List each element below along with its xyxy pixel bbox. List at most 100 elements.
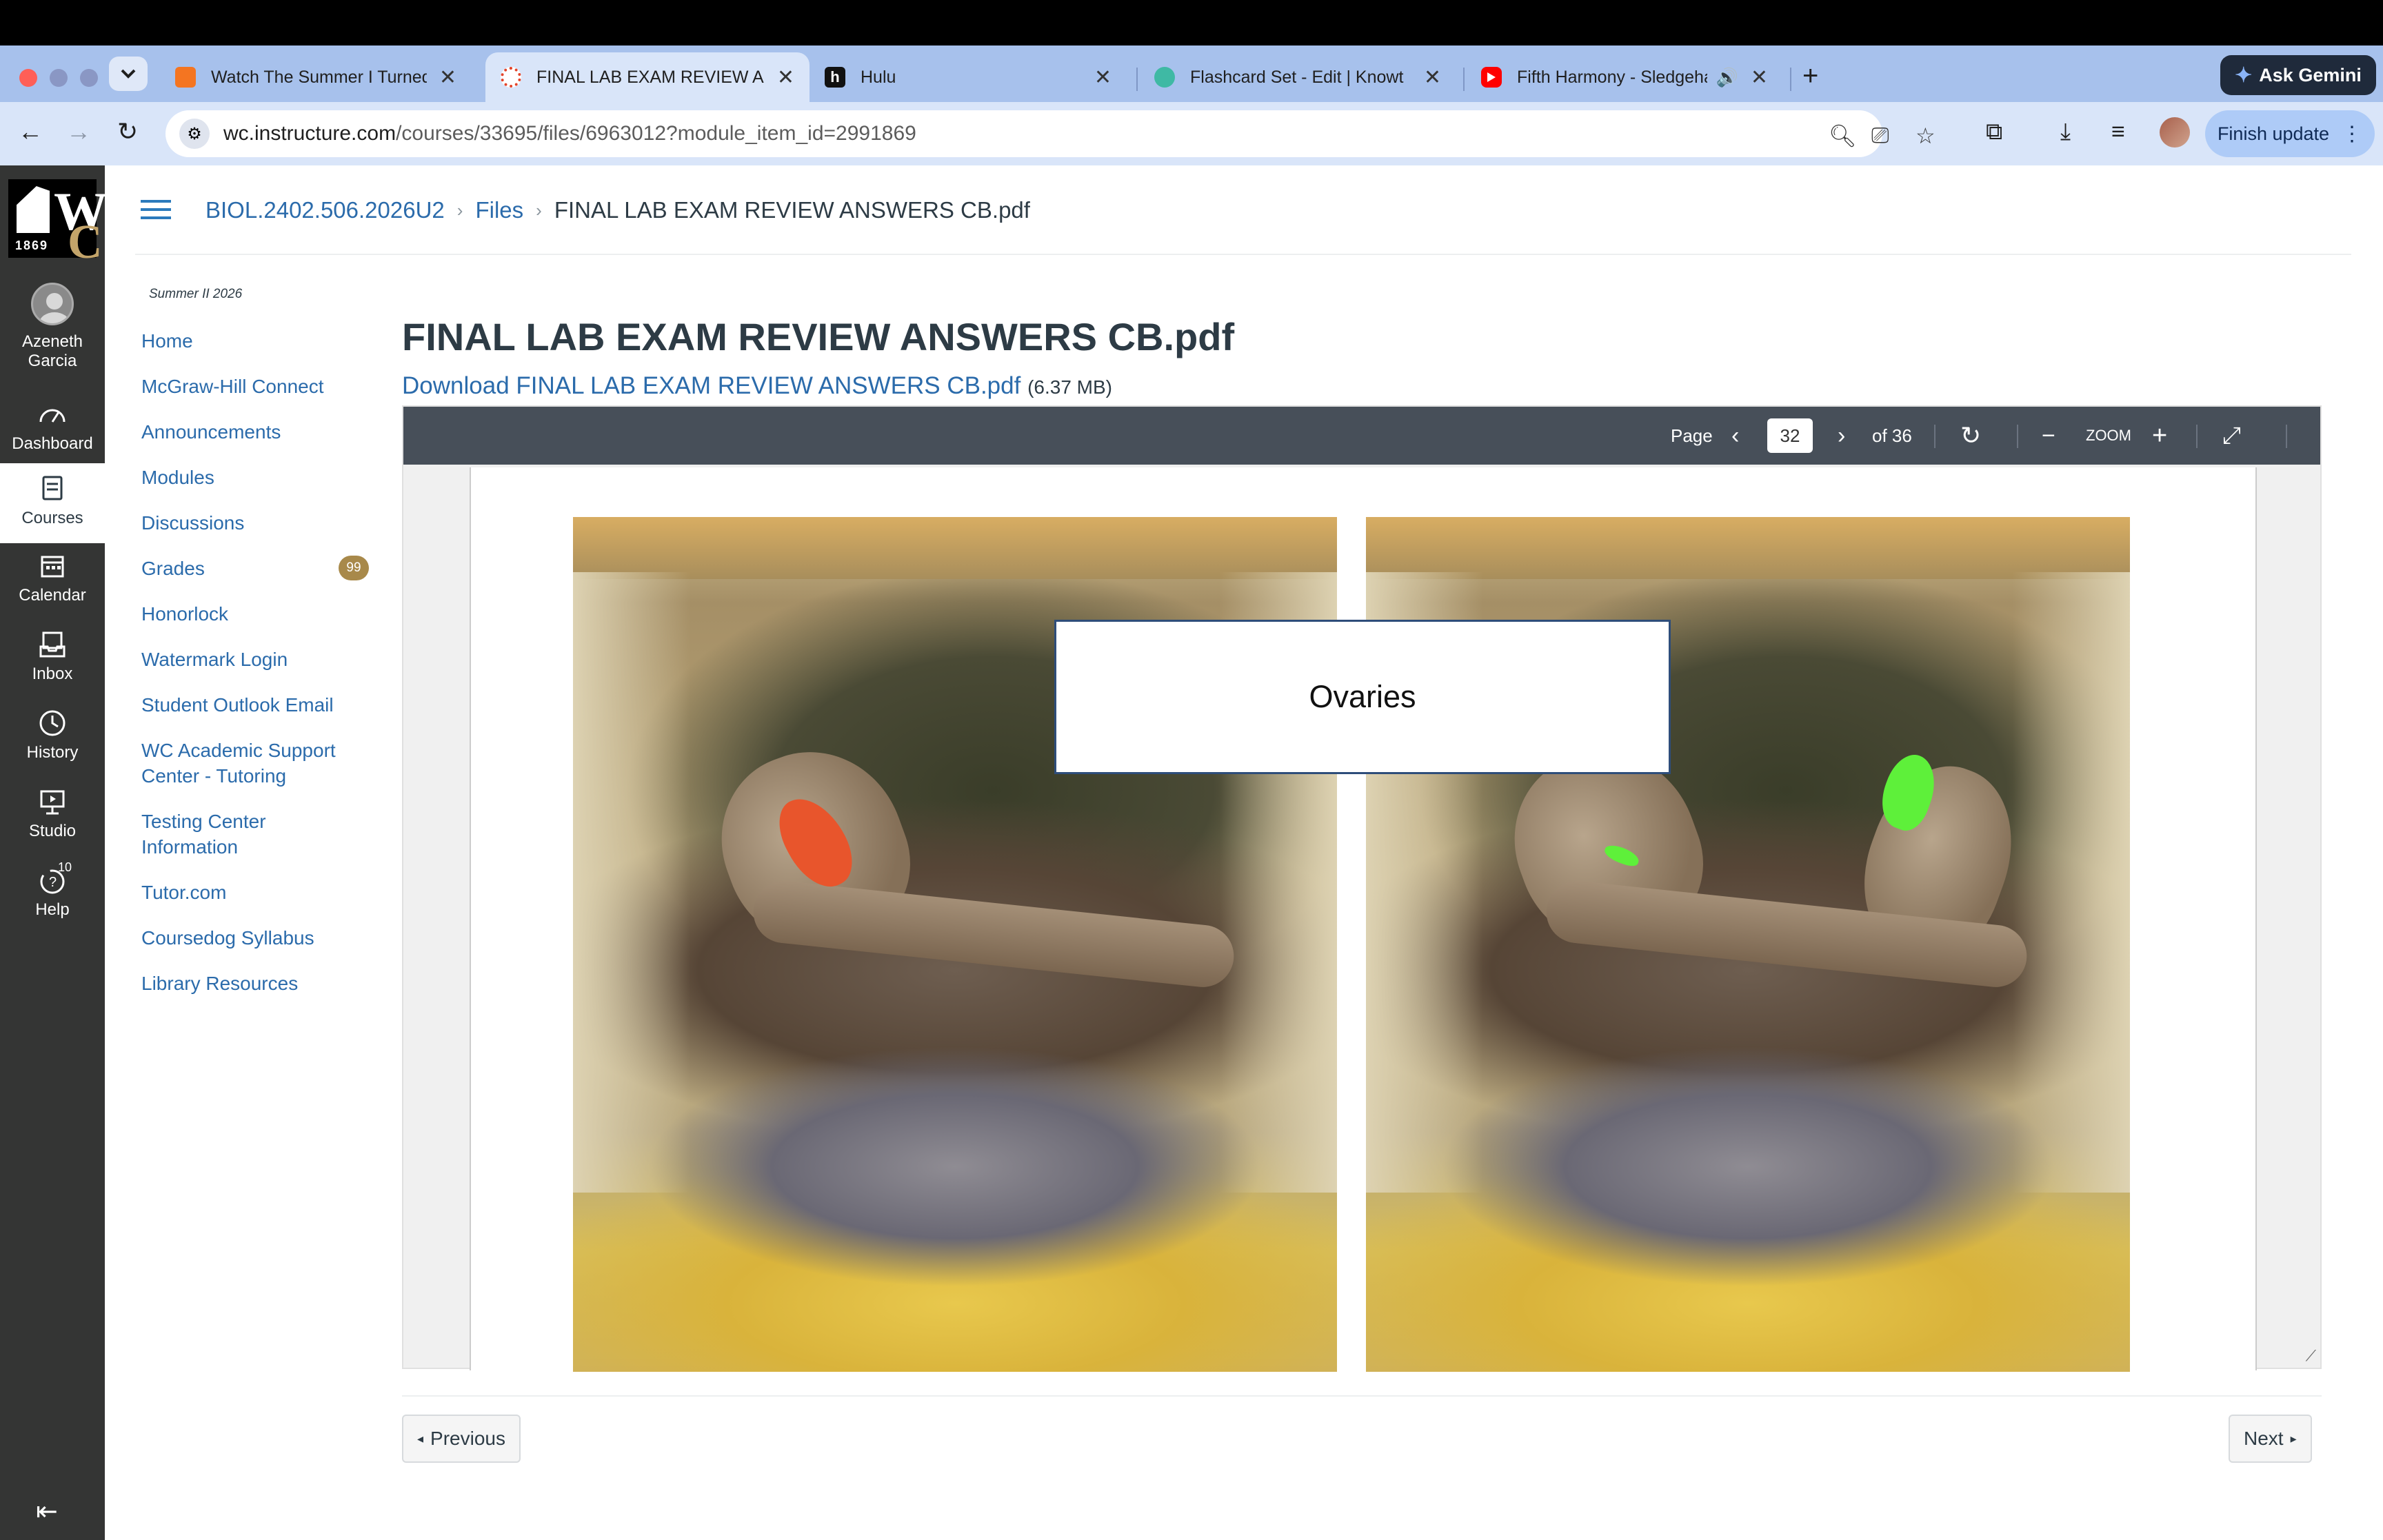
collapse-nav-icon[interactable]: ⇤ <box>36 1496 58 1527</box>
pdf-viewer: Page ‹ 32 › of 36 ↻ − ZOOM + ⤢ Ovaries ⟋ <box>402 405 2322 1372</box>
calendar-icon <box>41 556 64 578</box>
course-nav-label: Library Resources <box>141 973 299 994</box>
reload-icon[interactable]: ↻ <box>117 117 138 146</box>
course-nav-discussions[interactable]: Discussions <box>141 510 348 536</box>
course-nav-mcgraw-hill[interactable]: McGraw-Hill Connect <box>141 374 348 399</box>
help-nav-item[interactable]: ? 10 Help <box>0 860 105 920</box>
extensions-icon[interactable]: ⧉ <box>1986 119 2002 145</box>
page-number-field[interactable]: 32 <box>1767 407 1813 465</box>
browser-tab-2[interactable]: h Hulu ✕ <box>810 52 1127 102</box>
page-label: Page <box>1671 425 1713 446</box>
close-tab-icon[interactable]: ✕ <box>1424 65 1441 90</box>
previous-button[interactable]: ◂ Previous <box>402 1415 521 1463</box>
previous-page-icon[interactable]: ‹ <box>1731 407 1739 465</box>
url-text[interactable]: wc.instructure.com/courses/33695/files/6… <box>223 122 916 145</box>
next-page-icon[interactable]: › <box>1838 407 1845 465</box>
course-nav-coursedog[interactable]: Coursedog Syllabus <box>141 925 348 951</box>
finish-update-button[interactable]: Finish update ⋮ <box>2205 110 2375 157</box>
zoom-magnifier-icon[interactable]: 🔍︎ <box>1829 123 1857 149</box>
calendar-nav-item[interactable]: Calendar <box>0 550 105 605</box>
course-nav-watermark[interactable]: Watermark Login <box>141 647 348 672</box>
tab-search-button[interactable] <box>109 57 148 91</box>
downloads-icon[interactable]: ⤓ <box>2060 119 2071 145</box>
pdf-page <box>470 467 2257 1372</box>
browser-tab-0[interactable]: Watch The Summer I Turned I ✕ <box>160 52 472 102</box>
course-nav-label: Tutor.com <box>141 882 227 903</box>
site-settings-icon[interactable]: ⚙ <box>179 119 210 149</box>
next-button[interactable]: Next ▸ <box>2229 1415 2312 1463</box>
course-nav-outlook[interactable]: Student Outlook Email <box>141 692 348 718</box>
course-nav-announcements[interactable]: Announcements <box>141 419 348 445</box>
course-nav-label: WC Academic Support Center - Tutoring <box>141 740 336 787</box>
gemini-sparkle-icon: ✦ <box>2235 63 2253 87</box>
download-link[interactable]: Download FINAL LAB EXAM REVIEW ANSWERS C… <box>402 372 1020 399</box>
history-nav-item[interactable]: History <box>0 707 105 762</box>
browser-tab-1[interactable]: FINAL LAB EXAM REVIEW AN ✕ <box>485 52 810 102</box>
global-navigation: W C 1869 Azeneth Garcia Dashboard Course… <box>0 165 108 1540</box>
toolbar-separator <box>2196 425 2198 448</box>
media-controls-icon[interactable]: ≡ <box>2111 119 2125 145</box>
tab-title: Fifth Harmony - Sledgeha <box>1517 67 1708 87</box>
course-nav-label: McGraw-Hill Connect <box>141 376 324 397</box>
logo-flag-shape <box>17 186 50 233</box>
page-number-input[interactable]: 32 <box>1767 418 1813 453</box>
photo-right-tissue <box>2013 572 2130 1193</box>
course-nav-label: Honorlock <box>141 603 229 625</box>
next-label: Next <box>2244 1428 2284 1449</box>
course-nav-honorlock[interactable]: Honorlock <box>141 601 348 627</box>
account-nav-item[interactable]: Azeneth Garcia <box>0 283 105 371</box>
course-menu-toggle-icon[interactable] <box>141 200 171 219</box>
help-label: Help <box>35 900 70 919</box>
install-app-icon[interactable]: ⎚ <box>1871 123 1889 149</box>
close-tab-icon[interactable]: ✕ <box>439 65 456 90</box>
browser-tab-4[interactable]: Fifth Harmony - Sledgeha 🔊 ✕ <box>1466 52 1783 102</box>
close-tab-icon[interactable]: ✕ <box>1094 65 1112 90</box>
close-tab-icon[interactable]: ✕ <box>1751 65 1768 90</box>
browser-tab-bar: Watch The Summer I Turned I ✕ FINAL LAB … <box>0 45 2383 102</box>
rotate-icon[interactable]: ↻ <box>1960 407 1981 465</box>
fullscreen-icon[interactable]: ⤢ <box>2222 407 2241 465</box>
chevron-right-icon: › <box>456 199 463 221</box>
close-tab-icon[interactable]: ✕ <box>777 65 794 90</box>
bookmark-star-icon[interactable]: ☆ <box>1916 123 1935 149</box>
course-nav-tutoring[interactable]: WC Academic Support Center - Tutoring <box>141 738 348 789</box>
course-nav-modules[interactable]: Modules <box>141 465 348 490</box>
college-logo[interactable]: W C 1869 <box>8 179 108 269</box>
breadcrumb-files-link[interactable]: Files <box>475 197 523 223</box>
help-badge: 10 <box>58 860 72 874</box>
grades-count-badge: 99 <box>339 556 369 580</box>
zoom-in-icon[interactable]: + <box>2152 407 2167 465</box>
youtube-icon <box>1481 67 1502 88</box>
course-nav-label: Student Outlook Email <box>141 694 334 716</box>
forward-arrow-icon[interactable]: → <box>66 117 91 146</box>
zoom-window-button[interactable] <box>80 69 98 87</box>
resize-handle-icon[interactable]: ⟋ <box>2306 1347 2316 1365</box>
breadcrumb-course-link[interactable]: BIOL.2402.506.2026U2 <box>205 197 445 223</box>
svg-text:?: ? <box>49 875 57 890</box>
back-arrow-icon[interactable]: ← <box>18 117 43 146</box>
zoom-out-icon[interactable]: − <box>2042 407 2055 465</box>
new-tab-button[interactable]: + <box>1802 61 1818 92</box>
ask-gemini-button[interactable]: ✦ Ask Gemini <box>2220 55 2376 95</box>
course-nav-label: Modules <box>141 467 214 488</box>
course-nav-library[interactable]: Library Resources <box>141 971 348 996</box>
inbox-nav-item[interactable]: Inbox <box>0 629 105 684</box>
close-window-button[interactable] <box>19 69 37 87</box>
studio-nav-item[interactable]: Studio <box>0 786 105 841</box>
address-bar[interactable]: ⚙ wc.instructure.com/courses/33695/files… <box>165 110 1935 157</box>
courses-nav-item[interactable]: Courses <box>0 463 105 543</box>
minimize-window-button[interactable] <box>50 69 68 87</box>
browser-tab-3[interactable]: Flashcard Set - Edit | Knowt ✕ <box>1139 52 1456 102</box>
slide-label-box: Ovaries <box>1054 620 1671 774</box>
dashboard-nav-item[interactable]: Dashboard <box>0 398 105 454</box>
tab-separator <box>1790 68 1791 91</box>
tab-title: Flashcard Set - Edit | Knowt <box>1190 67 1404 87</box>
course-nav-grades[interactable]: Grades 99 <box>141 556 369 581</box>
course-nav-home[interactable]: Home <box>141 328 348 354</box>
profile-avatar-icon[interactable] <box>2160 117 2190 148</box>
more-vertical-icon: ⋮ <box>2342 122 2363 145</box>
course-nav-tutor-com[interactable]: Tutor.com <box>141 880 348 905</box>
course-nav-testing-center[interactable]: Testing Center Information <box>141 809 348 860</box>
studio-icon <box>40 790 65 815</box>
speaker-icon[interactable]: 🔊 <box>1716 67 1738 88</box>
